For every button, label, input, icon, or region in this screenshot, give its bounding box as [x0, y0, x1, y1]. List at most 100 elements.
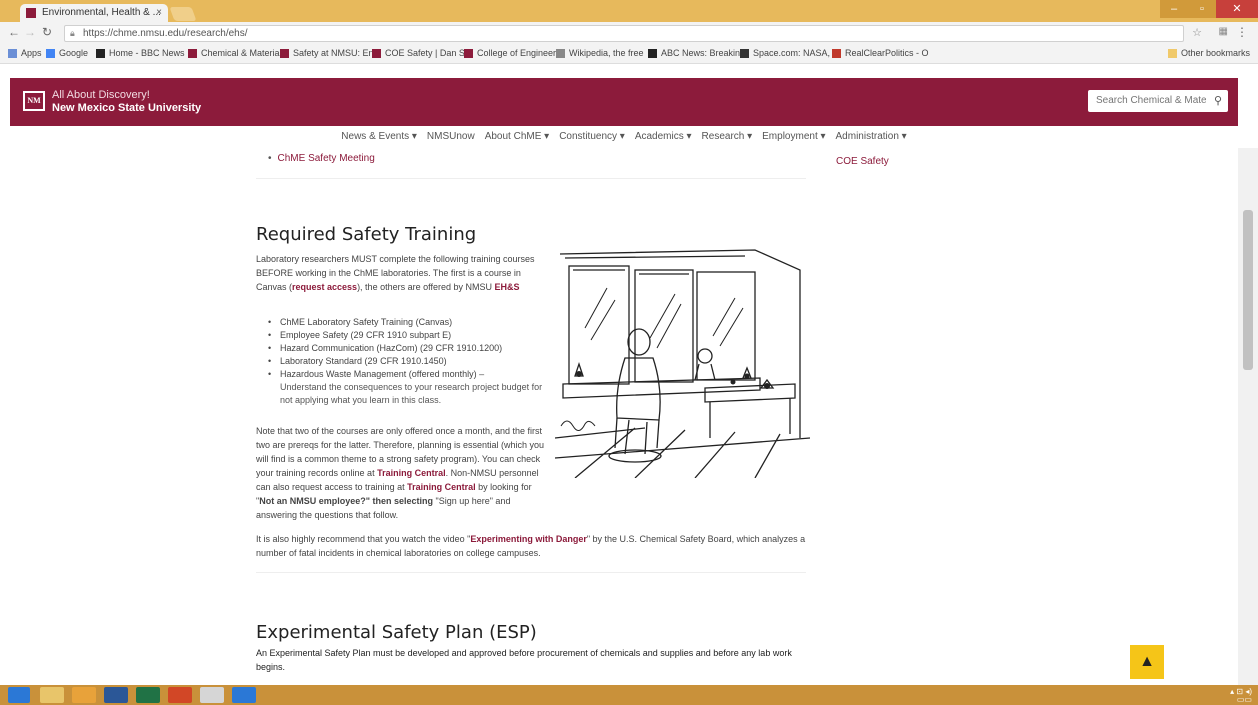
bookmark-label: Home - BBC News — [109, 48, 185, 58]
address-bar[interactable]: 🔒︎ https://chme.nmsu.edu/research/ehs/ — [64, 25, 1184, 42]
bookmark-label: RealClearPolitics - O — [845, 48, 929, 58]
tab-close-icon[interactable]: × — [156, 4, 162, 22]
search-icon[interactable]: ⚲ — [1214, 90, 1222, 112]
course-label: Hazard Communication (HazCom) (29 CFR 19… — [280, 343, 503, 353]
bookmark-item[interactable]: Wikipedia, the free — [556, 48, 644, 58]
bookmark-favicon-icon — [648, 48, 657, 58]
bookmark-item[interactable]: ABC News: Breaking — [648, 48, 745, 58]
back-icon[interactable]: ← — [8, 25, 20, 39]
powerpoint-icon[interactable] — [168, 687, 192, 703]
bookmark-item[interactable]: COE Safety | Dan Sh — [372, 48, 470, 58]
ehs-link[interactable]: EH&S — [494, 282, 519, 292]
esp-heading: Experimental Safety Plan (ESP) — [256, 622, 537, 643]
experimenting-with-danger-link[interactable]: Experimenting with Danger — [470, 534, 587, 544]
bookmark-item[interactable]: Space.com: NASA, S — [740, 48, 839, 58]
window-controls: – ▫ ✕ — [1160, 0, 1258, 20]
bookmark-label: COE Safety | Dan Sh — [385, 48, 470, 58]
bookmark-favicon-icon — [8, 48, 17, 58]
windows-taskbar: ▴ ⊡ ◂) ▭▭ — [0, 685, 1258, 705]
course-item: Employee Safety (29 CFR 1910 subpart E) — [268, 329, 550, 342]
course-item: Hazard Communication (HazCom) (29 CFR 19… — [268, 342, 550, 355]
start-button[interactable] — [8, 687, 30, 703]
course-item: Laboratory Standard (29 CFR 1910.1450) — [268, 355, 550, 368]
nav-item[interactable]: Academics ▾ — [635, 131, 692, 142]
course-item: Hazardous Waste Management (offered mont… — [268, 368, 550, 407]
favicon-icon — [26, 8, 36, 18]
page-scrollbar[interactable] — [1238, 148, 1258, 685]
folder-icon — [1167, 48, 1177, 58]
maximize-button[interactable]: ▫ — [1188, 0, 1216, 18]
bookmark-label: Chemical & Materia — [201, 48, 280, 58]
request-access-link[interactable]: request access — [292, 282, 357, 292]
bookmark-item[interactable]: College of Engineer — [464, 48, 556, 58]
nav-item[interactable]: Administration ▾ — [836, 131, 907, 142]
chrome-icon[interactable] — [72, 687, 96, 703]
other-bookmarks-label: Other bookmarks — [1180, 48, 1250, 58]
bookmark-item[interactable]: RealClearPolitics - O — [832, 48, 929, 58]
bookmark-favicon-icon — [372, 48, 381, 58]
bookmark-item[interactable]: Home - BBC News — [96, 48, 185, 58]
bookmark-label: Apps — [21, 48, 42, 58]
word-icon[interactable] — [104, 687, 128, 703]
coe-safety-link[interactable]: COE Safety — [836, 156, 889, 167]
training-central-link[interactable]: Training Central — [377, 468, 446, 478]
bookmark-item[interactable]: Chemical & Materia — [188, 48, 280, 58]
chme-safety-meeting-link[interactable]: ChME Safety Meeting — [268, 153, 375, 164]
bookmark-favicon-icon — [832, 48, 841, 58]
training-central-link-2[interactable]: Training Central — [407, 482, 476, 492]
scrollbar-thumb[interactable] — [1243, 210, 1253, 370]
bookmark-item[interactable]: Google — [46, 48, 88, 58]
course-label: Hazardous Waste Management (offered mont… — [280, 369, 485, 379]
search-input[interactable] — [1096, 95, 1206, 106]
bookmark-favicon-icon — [46, 48, 55, 58]
minimize-button[interactable]: – — [1160, 0, 1188, 18]
bookmark-star-icon[interactable]: ☆ — [1192, 26, 1202, 39]
course-label: ChME Laboratory Safety Training (Canvas) — [280, 317, 453, 327]
excel-icon[interactable] — [136, 687, 160, 703]
other-bookmarks[interactable]: Other bookmarks — [1167, 48, 1250, 58]
training-note: Note that two of the courses are only of… — [256, 424, 546, 522]
esp-description: An Experimental Safety Plan must be deve… — [256, 648, 792, 672]
bookmark-favicon-icon — [188, 48, 197, 58]
app-icon[interactable] — [232, 687, 256, 703]
tab-title: Environmental, Health & ... — [42, 7, 161, 18]
video-recommendation: It is also highly recommend that you wat… — [256, 532, 806, 560]
bookmark-item[interactable]: Safety at NMSU: En — [280, 48, 374, 58]
back-to-top-button[interactable]: ▲ — [1130, 645, 1164, 679]
not-nmsu-employee-text: Not an NMSU employee?" then selecting — [259, 496, 433, 506]
bookmark-item[interactable]: Apps — [8, 48, 42, 58]
notepad-icon[interactable] — [200, 687, 224, 703]
file-explorer-icon[interactable] — [40, 687, 64, 703]
nav-item[interactable]: News & Events ▾ — [341, 131, 417, 142]
required-safety-training-heading: Required Safety Training — [256, 224, 477, 245]
browser-tabstrip: Environmental, Health & ... × – ▫ ✕ — [0, 0, 1258, 22]
extension-icon[interactable]: ▦ — [1219, 26, 1228, 37]
reload-icon[interactable]: ↻ — [42, 25, 52, 39]
lab-safety-cartoon-image — [555, 249, 810, 478]
nav-item[interactable]: About ChME ▾ — [485, 131, 550, 142]
nav-item[interactable]: NMSUnow — [427, 131, 475, 142]
site-search[interactable]: ⚲ — [1088, 90, 1228, 112]
system-tray[interactable]: ▴ ⊡ ◂) ▭▭ — [1230, 688, 1252, 704]
bookmark-label: ABC News: Breaking — [661, 48, 746, 58]
new-tab-button[interactable] — [169, 7, 197, 21]
bookmark-favicon-icon — [96, 48, 105, 58]
course-item: ChME Laboratory Safety Training (Canvas) — [268, 316, 550, 329]
close-window-button[interactable]: ✕ — [1216, 0, 1258, 18]
bookmark-favicon-icon — [740, 48, 749, 58]
bookmark-label: Google — [59, 48, 89, 58]
browser-tab[interactable]: Environmental, Health & ... × — [20, 4, 168, 22]
menu-icon[interactable]: ⋮ — [1236, 25, 1248, 39]
nmsu-logo-icon[interactable]: NM — [23, 91, 45, 111]
nav-item[interactable]: Employment ▾ — [762, 131, 825, 142]
course-label: Employee Safety (29 CFR 1910 subpart E) — [280, 330, 452, 340]
url-text: https://chme.nmsu.edu/research/ehs/ — [83, 28, 248, 39]
university-name[interactable]: New Mexico State University — [52, 102, 201, 114]
forward-icon[interactable]: → — [24, 25, 36, 39]
browser-toolbar: ← → ↻ 🔒︎ https://chme.nmsu.edu/research/… — [0, 22, 1258, 44]
bookmark-label: Wikipedia, the free — [569, 48, 644, 58]
nav-item[interactable]: Research ▾ — [702, 131, 753, 142]
nav-item[interactable]: Constituency ▾ — [559, 131, 625, 142]
bookmark-favicon-icon — [556, 48, 565, 58]
lock-icon: 🔒︎ — [70, 28, 75, 38]
